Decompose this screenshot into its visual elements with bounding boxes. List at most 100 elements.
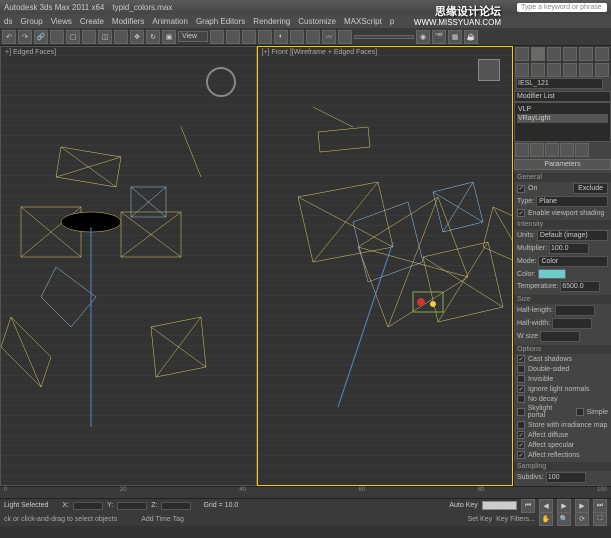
align-icon[interactable] bbox=[290, 30, 304, 44]
affect-specular-checkbox[interactable] bbox=[517, 441, 525, 449]
ignore-normals-checkbox[interactable] bbox=[517, 385, 525, 393]
select-name-icon[interactable] bbox=[82, 30, 96, 44]
subtab-icon[interactable] bbox=[515, 63, 529, 77]
viewport-left[interactable]: +] Edged Faces] bbox=[0, 46, 257, 486]
render-setup-icon[interactable]: 🎬 bbox=[432, 30, 446, 44]
affect-diffuse-checkbox[interactable] bbox=[517, 431, 525, 439]
search-input[interactable]: Type a keyword or phrase bbox=[517, 3, 607, 12]
unlink-icon[interactable] bbox=[50, 30, 64, 44]
redo-icon[interactable]: ↷ bbox=[18, 30, 32, 44]
play-prev-icon[interactable]: ◀ bbox=[539, 499, 553, 513]
mirror-icon[interactable]: ◐ bbox=[274, 30, 288, 44]
render-frame-icon[interactable]: ▦ bbox=[448, 30, 462, 44]
select-icon[interactable]: ▢ bbox=[66, 30, 80, 44]
halfwidth-field[interactable] bbox=[552, 318, 592, 329]
maximize-icon[interactable]: ⛶ bbox=[593, 512, 607, 526]
rollout-parameters[interactable]: Parameters bbox=[514, 159, 611, 170]
z-field[interactable] bbox=[161, 502, 191, 510]
halflength-field[interactable] bbox=[555, 305, 595, 316]
filter-icon[interactable] bbox=[114, 30, 128, 44]
orbit-icon[interactable]: ⟳ bbox=[575, 512, 589, 526]
on-checkbox[interactable] bbox=[517, 185, 525, 193]
play-next-icon[interactable]: ▶ bbox=[575, 499, 589, 513]
skylight-checkbox[interactable] bbox=[517, 408, 525, 416]
menu-modifiers[interactable]: Modifiers bbox=[112, 17, 144, 26]
temperature-field[interactable] bbox=[560, 281, 600, 292]
menu-group[interactable]: Group bbox=[20, 17, 42, 26]
subdivs-field[interactable] bbox=[546, 472, 586, 483]
modifier-stack[interactable]: VLP VRayLight bbox=[514, 102, 611, 142]
pivot-icon[interactable] bbox=[210, 30, 224, 44]
remove-mod-icon[interactable] bbox=[560, 143, 574, 157]
no-decay-checkbox[interactable] bbox=[517, 395, 525, 403]
y-field[interactable] bbox=[117, 502, 147, 510]
curve-editor-icon[interactable]: 〰 bbox=[322, 30, 336, 44]
tab-motion-icon[interactable] bbox=[563, 47, 577, 61]
select-region-icon[interactable]: ◫ bbox=[98, 30, 112, 44]
pan-icon[interactable]: ✋ bbox=[539, 512, 553, 526]
tab-modify-icon[interactable] bbox=[531, 47, 545, 61]
show-result-icon[interactable] bbox=[530, 143, 544, 157]
subtab-icon[interactable] bbox=[595, 63, 609, 77]
undo-icon[interactable]: ↶ bbox=[2, 30, 16, 44]
mode-dropdown[interactable]: Color bbox=[538, 256, 608, 267]
keyfilters-button[interactable]: Key Filters... bbox=[496, 516, 535, 523]
time-slider[interactable]: 0 20 40 60 80 100 bbox=[0, 486, 611, 498]
subtab-icon[interactable] bbox=[547, 63, 561, 77]
menu-views[interactable]: Views bbox=[51, 17, 72, 26]
multiplier-field[interactable] bbox=[549, 243, 589, 254]
tab-create-icon[interactable] bbox=[515, 47, 529, 61]
menu-customize[interactable]: Customize bbox=[298, 17, 336, 26]
subtab-icon[interactable] bbox=[579, 63, 593, 77]
double-sided-checkbox[interactable] bbox=[517, 365, 525, 373]
menu-create[interactable]: Create bbox=[80, 17, 104, 26]
ref-coord-dropdown[interactable]: View bbox=[178, 31, 208, 42]
play-icon[interactable]: ▶ bbox=[557, 499, 571, 513]
object-name-field[interactable] bbox=[516, 78, 603, 89]
viewport-shading-checkbox[interactable] bbox=[517, 209, 525, 217]
x-field[interactable] bbox=[73, 502, 103, 510]
time-tag-button[interactable]: Add Time Tag bbox=[141, 516, 184, 523]
color-swatch[interactable] bbox=[538, 269, 566, 279]
autokey-button[interactable]: Auto Key bbox=[449, 502, 477, 509]
menu-rendering[interactable]: Rendering bbox=[253, 17, 290, 26]
type-dropdown[interactable]: Plane bbox=[536, 196, 608, 207]
configure-icon[interactable] bbox=[575, 143, 589, 157]
menu-graph-editors[interactable]: Graph Editors bbox=[196, 17, 245, 26]
menu-edit[interactable]: ds bbox=[4, 17, 12, 26]
subtab-icon[interactable] bbox=[531, 63, 545, 77]
play-end-icon[interactable]: ⏭ bbox=[593, 499, 607, 513]
schematic-icon[interactable] bbox=[338, 30, 352, 44]
pin-stack-icon[interactable] bbox=[515, 143, 529, 157]
tab-display-icon[interactable] bbox=[579, 47, 593, 61]
affect-reflect-checkbox[interactable] bbox=[517, 451, 525, 459]
exclude-button[interactable]: Exclude bbox=[573, 183, 608, 194]
setkey-button[interactable]: Set Key bbox=[468, 516, 493, 523]
invisible-checkbox[interactable] bbox=[517, 375, 525, 383]
unique-icon[interactable] bbox=[545, 143, 559, 157]
menu-animation[interactable]: Animation bbox=[152, 17, 188, 26]
scale-icon[interactable]: ▣ bbox=[162, 30, 176, 44]
material-icon[interactable]: ◉ bbox=[416, 30, 430, 44]
zoom-icon[interactable]: 🔍 bbox=[557, 512, 571, 526]
simple-checkbox[interactable] bbox=[576, 408, 584, 416]
named-selection-dropdown[interactable] bbox=[354, 35, 414, 39]
viewport-right[interactable]: [+] Front ][Wireframe + Edged Faces] bbox=[257, 46, 514, 486]
subtab-icon[interactable] bbox=[563, 63, 577, 77]
rotate-icon[interactable]: ↻ bbox=[146, 30, 160, 44]
move-icon[interactable]: ✥ bbox=[130, 30, 144, 44]
angle-snap-icon[interactable] bbox=[242, 30, 256, 44]
tab-hierarchy-icon[interactable] bbox=[547, 47, 561, 61]
play-start-icon[interactable]: ⏮ bbox=[521, 499, 535, 513]
menu-maxscript[interactable]: MAXScript bbox=[344, 17, 382, 26]
wsize-field[interactable] bbox=[540, 331, 580, 342]
layer-icon[interactable] bbox=[306, 30, 320, 44]
modifier-list-dropdown[interactable]: Modifier List bbox=[514, 91, 611, 102]
modifier-item[interactable]: VLP bbox=[517, 105, 608, 114]
units-dropdown[interactable]: Default (image) bbox=[537, 230, 608, 241]
selected-dropdown[interactable]: Selected bbox=[482, 501, 517, 510]
percent-snap-icon[interactable] bbox=[258, 30, 272, 44]
modifier-item[interactable]: VRayLight bbox=[517, 114, 608, 123]
tab-utilities-icon[interactable] bbox=[595, 47, 609, 61]
store-irrad-checkbox[interactable] bbox=[517, 421, 525, 429]
